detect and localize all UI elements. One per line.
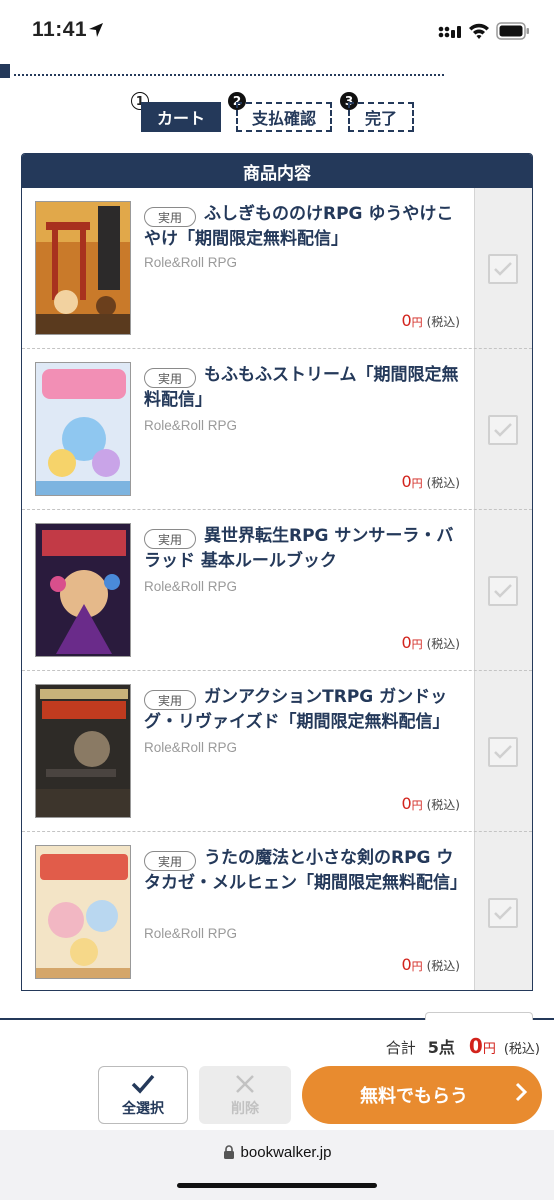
- cart-item-list: 商品内容 実用 ふしぎもののけRPG ゆうやけこやけ「期間限定無料配信」 Rol…: [21, 153, 533, 991]
- get-free-label: 無料でもらう: [360, 1086, 468, 1107]
- cart-item[interactable]: 実用 もふもふストリーム「期間限定無料配信」 Role&Roll RPG 0円(…: [22, 349, 532, 510]
- book-cover-image[interactable]: [35, 523, 131, 657]
- check-icon: [494, 584, 512, 598]
- book-title-link[interactable]: もふもふストリーム「期間限定無料配信」: [144, 363, 466, 413]
- price-tax-note: (税込): [426, 959, 460, 973]
- price-value: 0: [401, 633, 412, 652]
- price-value: 0: [401, 311, 412, 330]
- item-price: 0円 (税込): [401, 311, 460, 330]
- delete-label: 削除: [231, 1100, 259, 1117]
- item-price: 0円 (税込): [401, 955, 460, 974]
- check-icon: [494, 906, 512, 920]
- price-tax-note: (税込): [426, 315, 460, 329]
- cart-item[interactable]: 実用 うたの魔法と小さな剣のRPG ウタカゼ・メルヒェン「期間限定無料配信」 R…: [22, 832, 532, 990]
- close-icon: [236, 1074, 254, 1093]
- book-author: Role&Roll RPG: [144, 255, 238, 270]
- book-author: Role&Roll RPG: [144, 418, 238, 433]
- delete-button[interactable]: 削除: [199, 1066, 291, 1124]
- total-amount: 0円: [469, 1034, 496, 1058]
- book-author: Role&Roll RPG: [144, 579, 238, 594]
- total-tax-note: (税込): [503, 1042, 540, 1057]
- price-currency: 円: [411, 638, 423, 651]
- hidden-button-edge: [425, 1012, 533, 1020]
- wifi-icon: [469, 23, 489, 39]
- cart-item[interactable]: 実用 ガンアクションTRPG ガンドッグ・リヴァイズド「期間限定無料配信」 Ro…: [22, 671, 532, 832]
- order-total: 合計 5点 0円 (税込): [386, 1034, 540, 1058]
- select-all-button[interactable]: 全選択: [98, 1066, 188, 1124]
- price-value: 0: [401, 955, 412, 974]
- checkout-steps: 1 カート 2 支払確認 3 完了: [0, 92, 554, 136]
- cart-item[interactable]: 実用 異世界転生RPG サンサーラ・バラッド 基本ルールブック Role&Rol…: [22, 510, 532, 671]
- header-divider: [14, 74, 444, 76]
- book-cover-image[interactable]: [35, 684, 131, 818]
- url-display[interactable]: bookwalker.jp: [0, 1144, 554, 1161]
- step-complete: 完了: [348, 102, 414, 132]
- price-tax-note: (税込): [426, 637, 460, 651]
- book-title-link[interactable]: 異世界転生RPG サンサーラ・バラッド 基本ルールブック: [144, 524, 466, 574]
- step-payment-confirm: 支払確認: [236, 102, 332, 132]
- cart-item[interactable]: 実用 ふしぎもののけRPG ゆうやけこやけ「期間限定無料配信」 Role&Rol…: [22, 188, 532, 349]
- price-currency: 円: [411, 799, 423, 812]
- price-value: 0: [401, 794, 412, 813]
- price-currency: 円: [411, 477, 423, 490]
- item-checkbox[interactable]: [488, 898, 518, 928]
- status-bar: 11:41: [0, 0, 554, 64]
- price-currency: 円: [411, 316, 423, 329]
- book-title-link[interactable]: うたの魔法と小さな剣のRPG ウタカゼ・メルヒェン「期間限定無料配信」: [144, 846, 467, 896]
- total-count: 5点: [427, 1038, 455, 1057]
- book-title-link[interactable]: ふしぎもののけRPG ゆうやけこやけ「期間限定無料配信」: [144, 202, 466, 252]
- price-currency: 円: [411, 960, 423, 973]
- item-checkbox[interactable]: [488, 415, 518, 445]
- book-cover-image[interactable]: [35, 201, 131, 335]
- battery-icon: [496, 22, 529, 40]
- total-currency: 円: [482, 1042, 496, 1057]
- item-price: 0円 (税込): [401, 633, 460, 652]
- book-author: Role&Roll RPG: [144, 926, 238, 941]
- price-value: 0: [401, 472, 412, 491]
- get-free-button[interactable]: 無料でもらう: [302, 1066, 542, 1124]
- price-tax-note: (税込): [426, 798, 460, 812]
- book-cover-image[interactable]: [35, 845, 131, 979]
- location-arrow-icon: [89, 23, 103, 37]
- item-checkbox[interactable]: [488, 737, 518, 767]
- book-title-link[interactable]: ガンアクションTRPG ガンドッグ・リヴァイズド「期間限定無料配信」: [144, 685, 466, 735]
- select-all-label: 全選択: [122, 1100, 164, 1117]
- header-accent: [0, 64, 10, 78]
- cellular-signal-icon: [438, 26, 461, 38]
- url-text: bookwalker.jp: [240, 1144, 332, 1161]
- item-checkbox[interactable]: [488, 254, 518, 284]
- list-header: 商品内容: [22, 154, 532, 188]
- check-icon: [494, 423, 512, 437]
- check-icon: [494, 745, 512, 759]
- item-price: 0円 (税込): [401, 794, 460, 813]
- item-price: 0円 (税込): [401, 472, 460, 491]
- book-cover-image[interactable]: [35, 362, 131, 496]
- check-icon: [494, 262, 512, 276]
- total-label: 合計: [385, 1039, 416, 1057]
- check-icon: [131, 1074, 155, 1094]
- checkout-action-bar: 合計 5点 0円 (税込) 全選択 削除 無料でもらう: [0, 1012, 554, 1130]
- step-cart: カート: [141, 102, 221, 132]
- chevron-right-icon: [500, 1081, 542, 1109]
- status-time: 11:41: [32, 18, 88, 41]
- total-amount-value: 0: [468, 1034, 483, 1058]
- price-tax-note: (税込): [426, 476, 460, 490]
- item-checkbox[interactable]: [488, 576, 518, 606]
- lock-icon: [223, 1145, 234, 1159]
- home-indicator[interactable]: [177, 1183, 377, 1188]
- book-author: Role&Roll RPG: [144, 740, 238, 755]
- browser-url-bar[interactable]: bookwalker.jp: [0, 1130, 554, 1200]
